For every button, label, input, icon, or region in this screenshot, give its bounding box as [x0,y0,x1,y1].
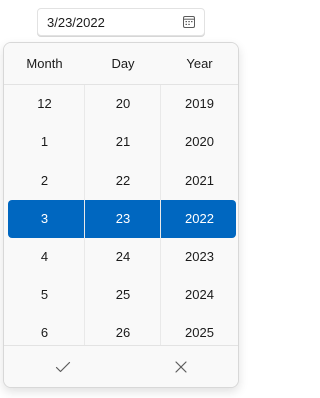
month-item[interactable]: 12 [4,85,85,123]
date-picker-root: 3/23/2022 Month Day Year 12 1 2 3 4 5 6 20 21 22 2… [0,0,244,398]
date-picker-field[interactable]: 3/23/2022 [37,8,205,36]
month-header: Month [26,56,63,71]
calendar-icon [183,16,195,28]
close-icon [174,360,187,373]
year-item[interactable]: 2022 [161,200,238,238]
year-item[interactable]: 2023 [161,238,238,276]
month-item[interactable]: 1 [4,123,85,161]
date-value: 3/23/2022 [47,15,105,30]
day-item[interactable]: 22 [85,162,161,200]
day-item[interactable]: 25 [85,276,161,314]
date-picker-flyout: Month Day Year 12 1 2 3 4 5 6 20 21 22 23 24 25 26 201… [3,42,239,388]
day-item[interactable]: 20 [85,85,161,123]
month-item[interactable]: 3 [4,200,85,238]
year-item[interactable]: 2024 [161,276,238,314]
year-item[interactable]: 2020 [161,123,238,161]
month-item[interactable]: 5 [4,276,85,314]
year-header: Year [186,56,213,71]
day-item[interactable]: 24 [85,238,161,276]
month-item[interactable]: 4 [4,238,85,276]
picker-header: Month Day Year [4,43,238,85]
checkmark-icon [55,361,70,372]
dismiss-button[interactable] [122,346,238,387]
day-item[interactable]: 21 [85,123,161,161]
year-item[interactable]: 2021 [161,162,238,200]
accept-button[interactable] [4,346,121,387]
year-item[interactable]: 2019 [161,85,238,123]
day-header: Day [111,56,135,71]
picker-lists: 12 1 2 3 4 5 6 20 21 22 23 24 25 26 2019 2020 2021 2022 20… [4,85,238,347]
day-item[interactable]: 23 [85,200,161,238]
month-item[interactable]: 2 [4,162,85,200]
picker-footer [4,345,238,387]
